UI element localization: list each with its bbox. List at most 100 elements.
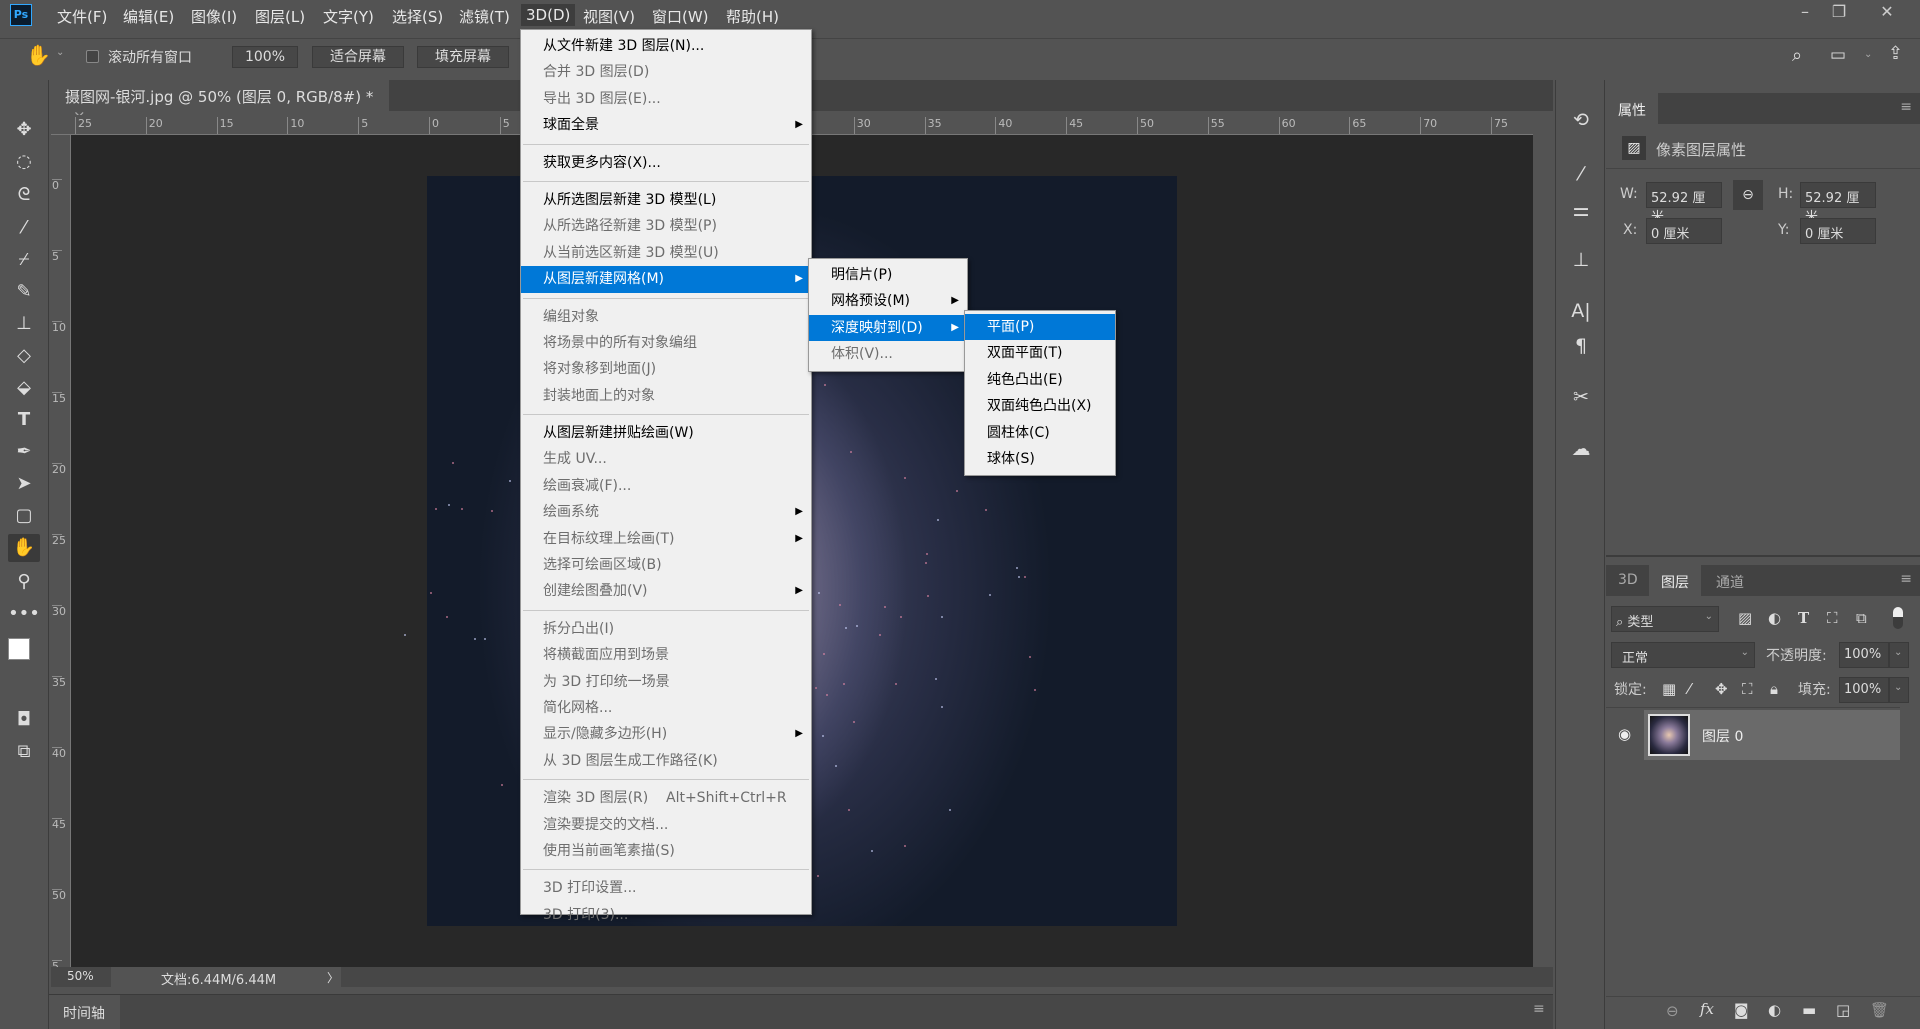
scroll-all-checkbox[interactable]: [86, 50, 99, 63]
menu-layer[interactable]: 图层(L): [250, 4, 310, 29]
tab-3d[interactable]: 3D: [1606, 565, 1650, 596]
height-field[interactable]: 52.92 厘米: [1800, 182, 1876, 208]
foreground-color-swatch[interactable]: [8, 638, 30, 660]
menu-image[interactable]: 图像(I): [186, 4, 242, 29]
brush-tool-icon[interactable]: ✎: [8, 278, 40, 306]
menu-item-从图层新建拼贴绘画[interactable]: 从图层新建拼贴绘画(W): [521, 420, 811, 446]
chevron-down-icon[interactable]: ⌄: [1864, 49, 1872, 60]
menu-item-圆柱体[interactable]: 圆柱体(C): [965, 420, 1115, 446]
tab-layers[interactable]: 图层: [1649, 565, 1701, 596]
lock-paint-icon[interactable]: ⁄: [1688, 680, 1691, 698]
stamp-tool-icon[interactable]: ⊥: [8, 310, 40, 338]
filter-adjustment-icon[interactable]: ◐: [1768, 609, 1781, 627]
zoom-100-button[interactable]: 100%: [232, 46, 298, 68]
paragraph-icon[interactable]: ¶: [1565, 332, 1597, 360]
workspace-icon[interactable]: ▭: [1830, 45, 1846, 65]
lock-transparent-icon[interactable]: ▦: [1662, 680, 1676, 698]
menu-item-合并-3d-图层[interactable]: 合并 3D 图层(D): [521, 59, 811, 85]
menu-select[interactable]: 选择(S): [387, 4, 448, 29]
menu-item-双面平面[interactable]: 双面平面(T): [965, 340, 1115, 366]
menu-item-将场景中的所有对象编组[interactable]: 将场景中的所有对象编组: [521, 330, 811, 356]
x-field[interactable]: 0 厘米: [1646, 218, 1722, 244]
menu-item-在目标纹理上绘画[interactable]: 在目标纹理上绘画(T) ▶: [521, 526, 811, 552]
menu-item-生成-uv[interactable]: 生成 UV...: [521, 446, 811, 472]
creative-cloud-icon[interactable]: ☁: [1565, 435, 1597, 463]
width-field[interactable]: 52.92 厘米: [1646, 182, 1722, 208]
hand-icon[interactable]: ✋: [26, 43, 51, 67]
menu-item-从当前选区新建-3d-模型[interactable]: 从当前选区新建 3D 模型(U): [521, 240, 811, 266]
fill-field[interactable]: 100%: [1839, 677, 1889, 703]
panel-menu-icon[interactable]: ≡: [1900, 571, 1912, 587]
menu-item-为-3d-打印统一场景[interactable]: 为 3D 打印统一场景: [521, 669, 811, 695]
layer-filter-select[interactable]: ⌕ 类型 ⌄: [1611, 606, 1719, 632]
menu-item-球面全景[interactable]: 球面全景 ▶: [521, 112, 811, 138]
lasso-tool-icon[interactable]: ᘓ: [8, 181, 40, 209]
fx-icon[interactable]: fx: [1700, 1000, 1714, 1018]
menu-window[interactable]: 窗口(W): [647, 4, 714, 29]
menu-item-使用当前画笔素描[interactable]: 使用当前画笔素描(S): [521, 838, 811, 864]
screen-mode-icon[interactable]: ⧉: [8, 738, 40, 766]
more-tools-icon[interactable]: •••: [8, 600, 40, 628]
menu-item-网格预设[interactable]: 网格预设(M) ▶: [809, 288, 967, 314]
menu-3d[interactable]: 3D(D): [521, 4, 575, 26]
menu-item-从文件新建-3d-图层[interactable]: 从文件新建 3D 图层(N)...: [521, 33, 811, 59]
tab-channels[interactable]: 通道: [1704, 565, 1756, 596]
menu-item-获取更多内容[interactable]: 获取更多内容(X)...: [521, 150, 811, 176]
opacity-field[interactable]: 100%: [1839, 642, 1889, 668]
menu-item-导出-3d-图层[interactable]: 导出 3D 图层(E)...: [521, 86, 811, 112]
filter-pixel-icon[interactable]: ▨: [1738, 609, 1752, 627]
delete-layer-icon[interactable]: 🗑︎: [1870, 1001, 1889, 1019]
link-icon[interactable]: ⊖: [1733, 180, 1763, 210]
panel-menu-icon[interactable]: ≡: [1533, 1001, 1545, 1017]
menu-item-显示-隐藏多边形[interactable]: 显示/隐藏多边形(H) ▶: [521, 721, 811, 747]
clone-source-icon[interactable]: ⊥: [1565, 246, 1597, 274]
new-group-icon[interactable]: ▬: [1802, 1001, 1816, 1019]
eyedropper-tool-icon[interactable]: ⌿: [8, 246, 40, 274]
brush-presets-icon[interactable]: ⁄: [1565, 160, 1597, 188]
tools-settings-icon[interactable]: ✂: [1565, 383, 1597, 411]
lock-position-icon[interactable]: ✥: [1715, 680, 1728, 698]
chevron-down-icon[interactable]: ⌄: [56, 47, 64, 58]
menu-item-渲染-3d-图层[interactable]: 渲染 3D 图层(R) Alt+Shift+Ctrl+R: [521, 785, 811, 811]
timeline-tab[interactable]: 时间轴: [63, 1003, 105, 1023]
menu-item-简化网格[interactable]: 简化网格...: [521, 695, 811, 721]
link-layers-icon[interactable]: ⊖: [1666, 1002, 1679, 1020]
fill-dropdown[interactable]: ⌄: [1889, 677, 1909, 703]
new-layer-icon[interactable]: ◲: [1836, 1001, 1850, 1019]
search-icon[interactable]: ⌕: [1792, 45, 1802, 66]
menu-file[interactable]: 文件(F): [52, 4, 112, 29]
menu-help[interactable]: 帮助(H): [721, 4, 784, 29]
path-select-tool-icon[interactable]: ➤: [8, 470, 40, 498]
filter-type-icon[interactable]: T: [1798, 609, 1809, 627]
zoom-level[interactable]: 50%: [67, 969, 94, 983]
filter-smart-object-icon[interactable]: ⧉: [1856, 609, 1867, 627]
layer-thumbnail[interactable]: [1648, 714, 1690, 756]
zoom-tool-icon[interactable]: ⚲: [8, 568, 40, 596]
document-tab[interactable]: 摄图网-银河.jpg @ 50% (图层 0, RGB/8#) * ×: [49, 80, 389, 111]
shape-tool-icon[interactable]: ▢: [8, 502, 40, 530]
menu-item-纯色凸出[interactable]: 纯色凸出(E): [965, 367, 1115, 393]
menu-item-绘画系统[interactable]: 绘画系统 ▶: [521, 499, 811, 525]
character-icon[interactable]: A|: [1565, 297, 1597, 325]
menu-item-封装地面上的对象[interactable]: 封装地面上的对象: [521, 383, 811, 409]
marquee-tool-icon[interactable]: ◌: [8, 148, 40, 176]
menu-item-从所选路径新建-3d-模型[interactable]: 从所选路径新建 3D 模型(P): [521, 213, 811, 239]
menu-item-3d-打印[interactable]: 3D 打印(3)...: [521, 902, 811, 928]
tab-properties[interactable]: 属性: [1606, 93, 1658, 124]
menu-item-将横截面应用到场景[interactable]: 将横截面应用到场景: [521, 642, 811, 668]
lock-artboard-icon[interactable]: ⛶: [1742, 680, 1753, 698]
menu-item-创建绘图叠加[interactable]: 创建绘图叠加(V) ▶: [521, 578, 811, 604]
fill-screen-button[interactable]: 填充屏幕: [417, 46, 509, 68]
y-field[interactable]: 0 厘米: [1800, 218, 1876, 244]
menu-item-将对象移到地面[interactable]: 将对象移到地面(J): [521, 356, 811, 382]
share-icon[interactable]: ⇪: [1888, 43, 1903, 64]
lock-all-icon[interactable]: 🔒︎: [1770, 680, 1778, 698]
menu-item-从-3d-图层生成工作路径[interactable]: 从 3D 图层生成工作路径(K): [521, 748, 811, 774]
menu-item-平面[interactable]: 平面(P): [965, 314, 1115, 340]
filter-shape-icon[interactable]: ⛶: [1827, 609, 1838, 627]
fit-screen-button[interactable]: 适合屏幕: [312, 46, 404, 68]
visibility-eye-icon[interactable]: ◉: [1618, 725, 1631, 743]
menu-item-绘画衰减[interactable]: 绘画衰减(F)...: [521, 473, 811, 499]
paint-bucket-tool-icon[interactable]: ⬙: [8, 374, 40, 402]
quick-mask-icon[interactable]: ◘: [8, 706, 40, 734]
